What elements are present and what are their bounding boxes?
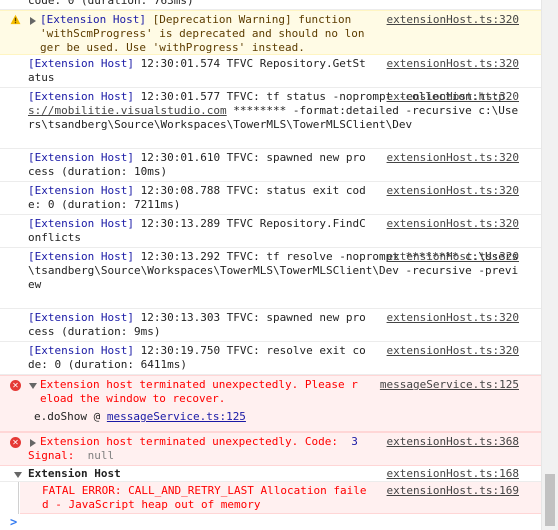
- console-group-body: extensionHost.ts:169 FATAL ERROR: CALL_A…: [0, 482, 541, 514]
- source-link[interactable]: extensionHost.ts:320: [387, 311, 519, 325]
- console-group-header[interactable]: extensionHost.ts:168 Extension Host: [0, 466, 541, 482]
- collapse-triangle-icon[interactable]: [14, 472, 22, 478]
- error-entry-code: ✕ extensionHost.ts:368 Extension host te…: [0, 432, 541, 466]
- signal-value: null: [87, 449, 115, 462]
- log-entry: extensionHost.ts:320 [Extension Host] 12…: [0, 342, 541, 375]
- expand-triangle-icon[interactable]: [30, 17, 36, 25]
- error-icon: ✕: [10, 437, 21, 448]
- console-prompt-row[interactable]: >: [0, 515, 541, 530]
- log-entry: extensionHost.ts:320 [Extension Host] 12…: [0, 55, 541, 88]
- warning-icon: [10, 14, 21, 25]
- log-prefix: [Extension Host]: [28, 250, 134, 263]
- log-entry: extensionHost.ts:320 [Extension Host] 12…: [0, 149, 541, 182]
- log-message: code: 0 (duration: 763ms): [28, 0, 194, 7]
- error-message-signal: Signal: null: [28, 449, 519, 463]
- log-prefix: [Extension Host]: [28, 90, 134, 103]
- warning-entry: extensionHost.ts:320 [Extension Host] [D…: [0, 10, 541, 55]
- source-link[interactable]: extensionHost.ts:320: [387, 57, 519, 71]
- log-prefix: [Extension Host]: [28, 344, 134, 357]
- error-entry-reload: ✕ messageService.ts:125 Extension host t…: [0, 375, 541, 432]
- log-entry: extensionHost.ts:320 [Extension Host] 12…: [0, 88, 541, 149]
- vertical-scrollbar[interactable]: [541, 0, 558, 530]
- log-entry: extensionHost.ts:320 [Extension Host] 12…: [0, 182, 541, 215]
- fatal-error-entry: extensionHost.ts:169 FATAL ERROR: CALL_A…: [20, 482, 541, 514]
- console-log: code: 0 (duration: 763ms) extensionHost.…: [0, 0, 541, 530]
- source-link[interactable]: extensionHost.ts:320: [387, 184, 519, 198]
- log-prefix: [Extension Host]: [28, 217, 134, 230]
- log-prefix: [Extension Host]: [40, 13, 146, 26]
- source-link[interactable]: extensionHost.ts:169: [387, 484, 519, 498]
- source-link[interactable]: extensionHost.ts:320: [387, 344, 519, 358]
- exit-code-value: 3: [351, 435, 358, 448]
- error-icon: ✕: [10, 380, 21, 391]
- source-link[interactable]: extensionHost.ts:320: [387, 151, 519, 165]
- log-entry: extensionHost.ts:320 [Extension Host] 12…: [0, 215, 541, 248]
- signal-label: Signal:: [28, 449, 75, 462]
- source-link[interactable]: extensionHost.ts:168: [387, 467, 519, 481]
- stack-source-link[interactable]: messageService.ts:125: [107, 410, 246, 423]
- error-text: Extension host terminated unexpectedly. …: [40, 435, 339, 448]
- stack-frame: e.doShow @: [34, 410, 107, 423]
- stack-trace-line: e.doShow @ messageService.ts:125: [28, 410, 519, 424]
- log-prefix: [Extension Host]: [28, 311, 134, 324]
- log-prefix: [Extension Host]: [28, 57, 134, 70]
- source-link[interactable]: extensionHost.ts:320: [387, 13, 519, 27]
- log-entry-clipped: code: 0 (duration: 763ms): [0, 0, 541, 10]
- source-link[interactable]: extensionHost.ts:320: [387, 217, 519, 231]
- log-prefix: [Extension Host]: [28, 184, 134, 197]
- prompt-chevron-icon: >: [10, 515, 18, 529]
- source-link[interactable]: messageService.ts:125: [380, 378, 519, 392]
- source-link[interactable]: extensionHost.ts:320: [387, 90, 519, 104]
- log-entry: extensionHost.ts:320 [Extension Host] 12…: [0, 309, 541, 342]
- scrollbar-thumb[interactable]: [545, 474, 555, 526]
- expand-triangle-icon[interactable]: [30, 439, 36, 447]
- source-link[interactable]: extensionHost.ts:320: [387, 250, 519, 264]
- log-prefix: [Extension Host]: [28, 151, 134, 164]
- source-link[interactable]: extensionHost.ts:368: [387, 435, 519, 449]
- log-entry: extensionHost.ts:320 [Extension Host] 12…: [0, 248, 541, 309]
- collapse-triangle-icon[interactable]: [29, 383, 37, 389]
